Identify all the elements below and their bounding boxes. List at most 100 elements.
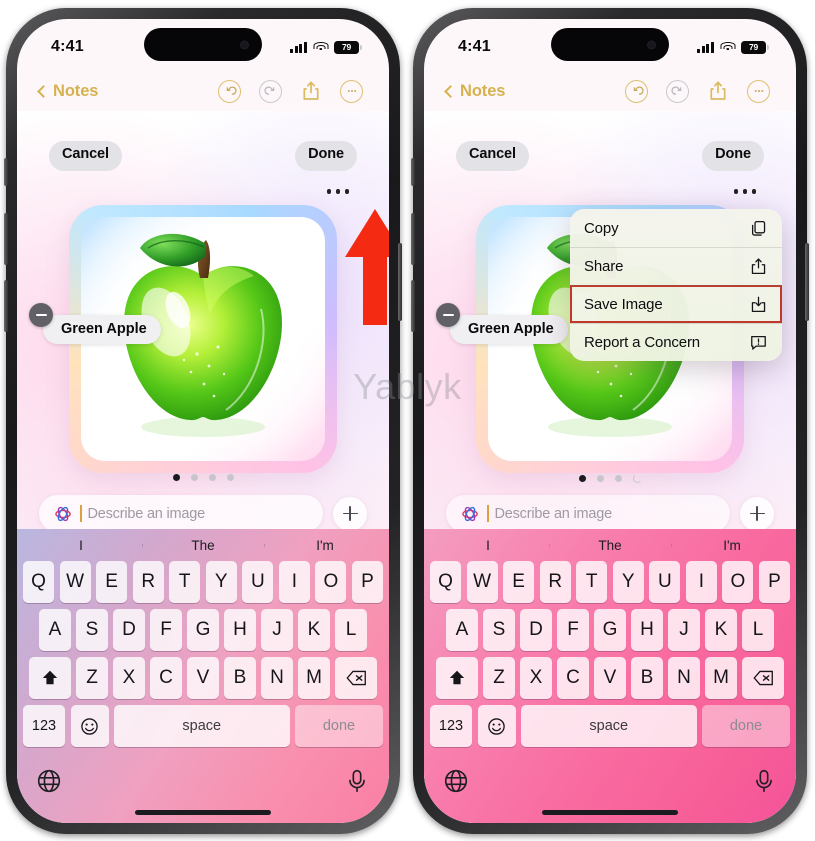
image-more-button[interactable] [733,189,756,194]
space-key[interactable]: space [521,705,697,747]
key-l[interactable]: L [742,609,774,651]
key-r[interactable]: R [539,561,571,603]
globe-icon[interactable] [443,768,469,794]
key-h[interactable]: H [224,609,256,651]
shift-key[interactable] [28,657,71,699]
key-m[interactable]: M [298,657,330,699]
prompt-input-field[interactable]: Describe an image [39,495,323,532]
numbers-key[interactable]: 123 [430,705,472,747]
key-q[interactable]: Q [23,561,55,603]
key-e[interactable]: E [503,561,535,603]
share-square-up-icon[interactable] [707,79,729,103]
key-u[interactable]: U [242,561,274,603]
backspace-key[interactable] [742,657,785,699]
menu-item-report-a-concern[interactable]: Report a Concern [570,323,782,361]
minus-circle-icon[interactable] [29,303,53,327]
ellipsis-circle-icon[interactable] [340,79,363,103]
menu-item-save-image[interactable]: Save Image [570,285,782,323]
volume-up-button[interactable] [411,213,415,265]
key-f[interactable]: F [557,609,589,651]
key-g[interactable]: G [594,609,626,651]
key-n[interactable]: N [668,657,700,699]
undo-circle-icon[interactable] [625,79,648,103]
keyboard-done-key[interactable]: done [295,705,383,747]
key-i[interactable]: I [278,561,310,603]
key-p[interactable]: P [758,561,790,603]
key-g[interactable]: G [187,609,219,651]
image-more-button[interactable] [326,189,349,194]
microphone-icon[interactable] [344,768,370,794]
key-v[interactable]: V [594,657,626,699]
prediction-0[interactable]: I [20,538,142,553]
key-w[interactable]: W [466,561,498,603]
key-j[interactable]: J [261,609,293,651]
key-f[interactable]: F [150,609,182,651]
redo-circle-icon[interactable] [666,79,689,103]
minus-circle-icon[interactable] [436,303,460,327]
key-a[interactable]: A [446,609,478,651]
key-z[interactable]: Z [76,657,108,699]
key-k[interactable]: K [298,609,330,651]
ellipsis-circle-icon[interactable] [747,79,770,103]
numbers-key[interactable]: 123 [23,705,65,747]
key-s[interactable]: S [483,609,515,651]
silent-switch[interactable] [4,158,8,186]
key-t[interactable]: T [169,561,201,603]
silent-switch[interactable] [411,158,415,186]
key-o[interactable]: O [315,561,347,603]
done-button[interactable]: Done [295,141,357,171]
key-i[interactable]: I [685,561,717,603]
key-a[interactable]: A [39,609,71,651]
cancel-button[interactable]: Cancel [49,141,122,171]
menu-item-share[interactable]: Share [570,247,782,285]
home-indicator[interactable] [542,810,678,815]
concept-chip-green-apple[interactable]: Green Apple [43,315,161,344]
back-to-notes-button[interactable]: Notes [37,82,98,101]
key-c[interactable]: C [150,657,182,699]
keyboard-done-key[interactable]: done [702,705,790,747]
key-c[interactable]: C [557,657,589,699]
key-p[interactable]: P [351,561,383,603]
volume-down-button[interactable] [4,280,8,332]
share-square-up-icon[interactable] [300,79,322,103]
key-k[interactable]: K [705,609,737,651]
add-concept-button[interactable] [333,496,367,531]
home-indicator[interactable] [135,810,271,815]
add-concept-button[interactable] [740,496,774,531]
key-z[interactable]: Z [483,657,515,699]
key-h[interactable]: H [631,609,663,651]
key-y[interactable]: Y [612,561,644,603]
prediction-0[interactable]: I [427,538,549,553]
menu-item-copy[interactable]: Copy [570,209,782,247]
volume-up-button[interactable] [4,213,8,265]
microphone-icon[interactable] [751,768,777,794]
key-e[interactable]: E [96,561,128,603]
key-l[interactable]: L [335,609,367,651]
key-m[interactable]: M [705,657,737,699]
prediction-1[interactable]: The [549,538,671,553]
key-w[interactable]: W [59,561,91,603]
key-o[interactable]: O [722,561,754,603]
key-j[interactable]: J [668,609,700,651]
key-r[interactable]: R [132,561,164,603]
prompt-input-field[interactable]: Describe an image [446,495,730,532]
key-s[interactable]: S [76,609,108,651]
power-button[interactable] [398,243,402,321]
redo-circle-icon[interactable] [259,79,282,103]
prediction-1[interactable]: The [142,538,264,553]
key-q[interactable]: Q [430,561,462,603]
key-x[interactable]: X [520,657,552,699]
key-b[interactable]: B [631,657,663,699]
emoji-smiley-icon[interactable] [70,705,109,747]
cancel-button[interactable]: Cancel [456,141,529,171]
key-u[interactable]: U [649,561,681,603]
prediction-2[interactable]: I'm [264,538,386,553]
key-x[interactable]: X [113,657,145,699]
key-v[interactable]: V [187,657,219,699]
emoji-smiley-icon[interactable] [477,705,516,747]
undo-circle-icon[interactable] [218,79,241,103]
volume-down-button[interactable] [411,280,415,332]
prediction-2[interactable]: I'm [671,538,793,553]
key-d[interactable]: D [113,609,145,651]
key-t[interactable]: T [576,561,608,603]
